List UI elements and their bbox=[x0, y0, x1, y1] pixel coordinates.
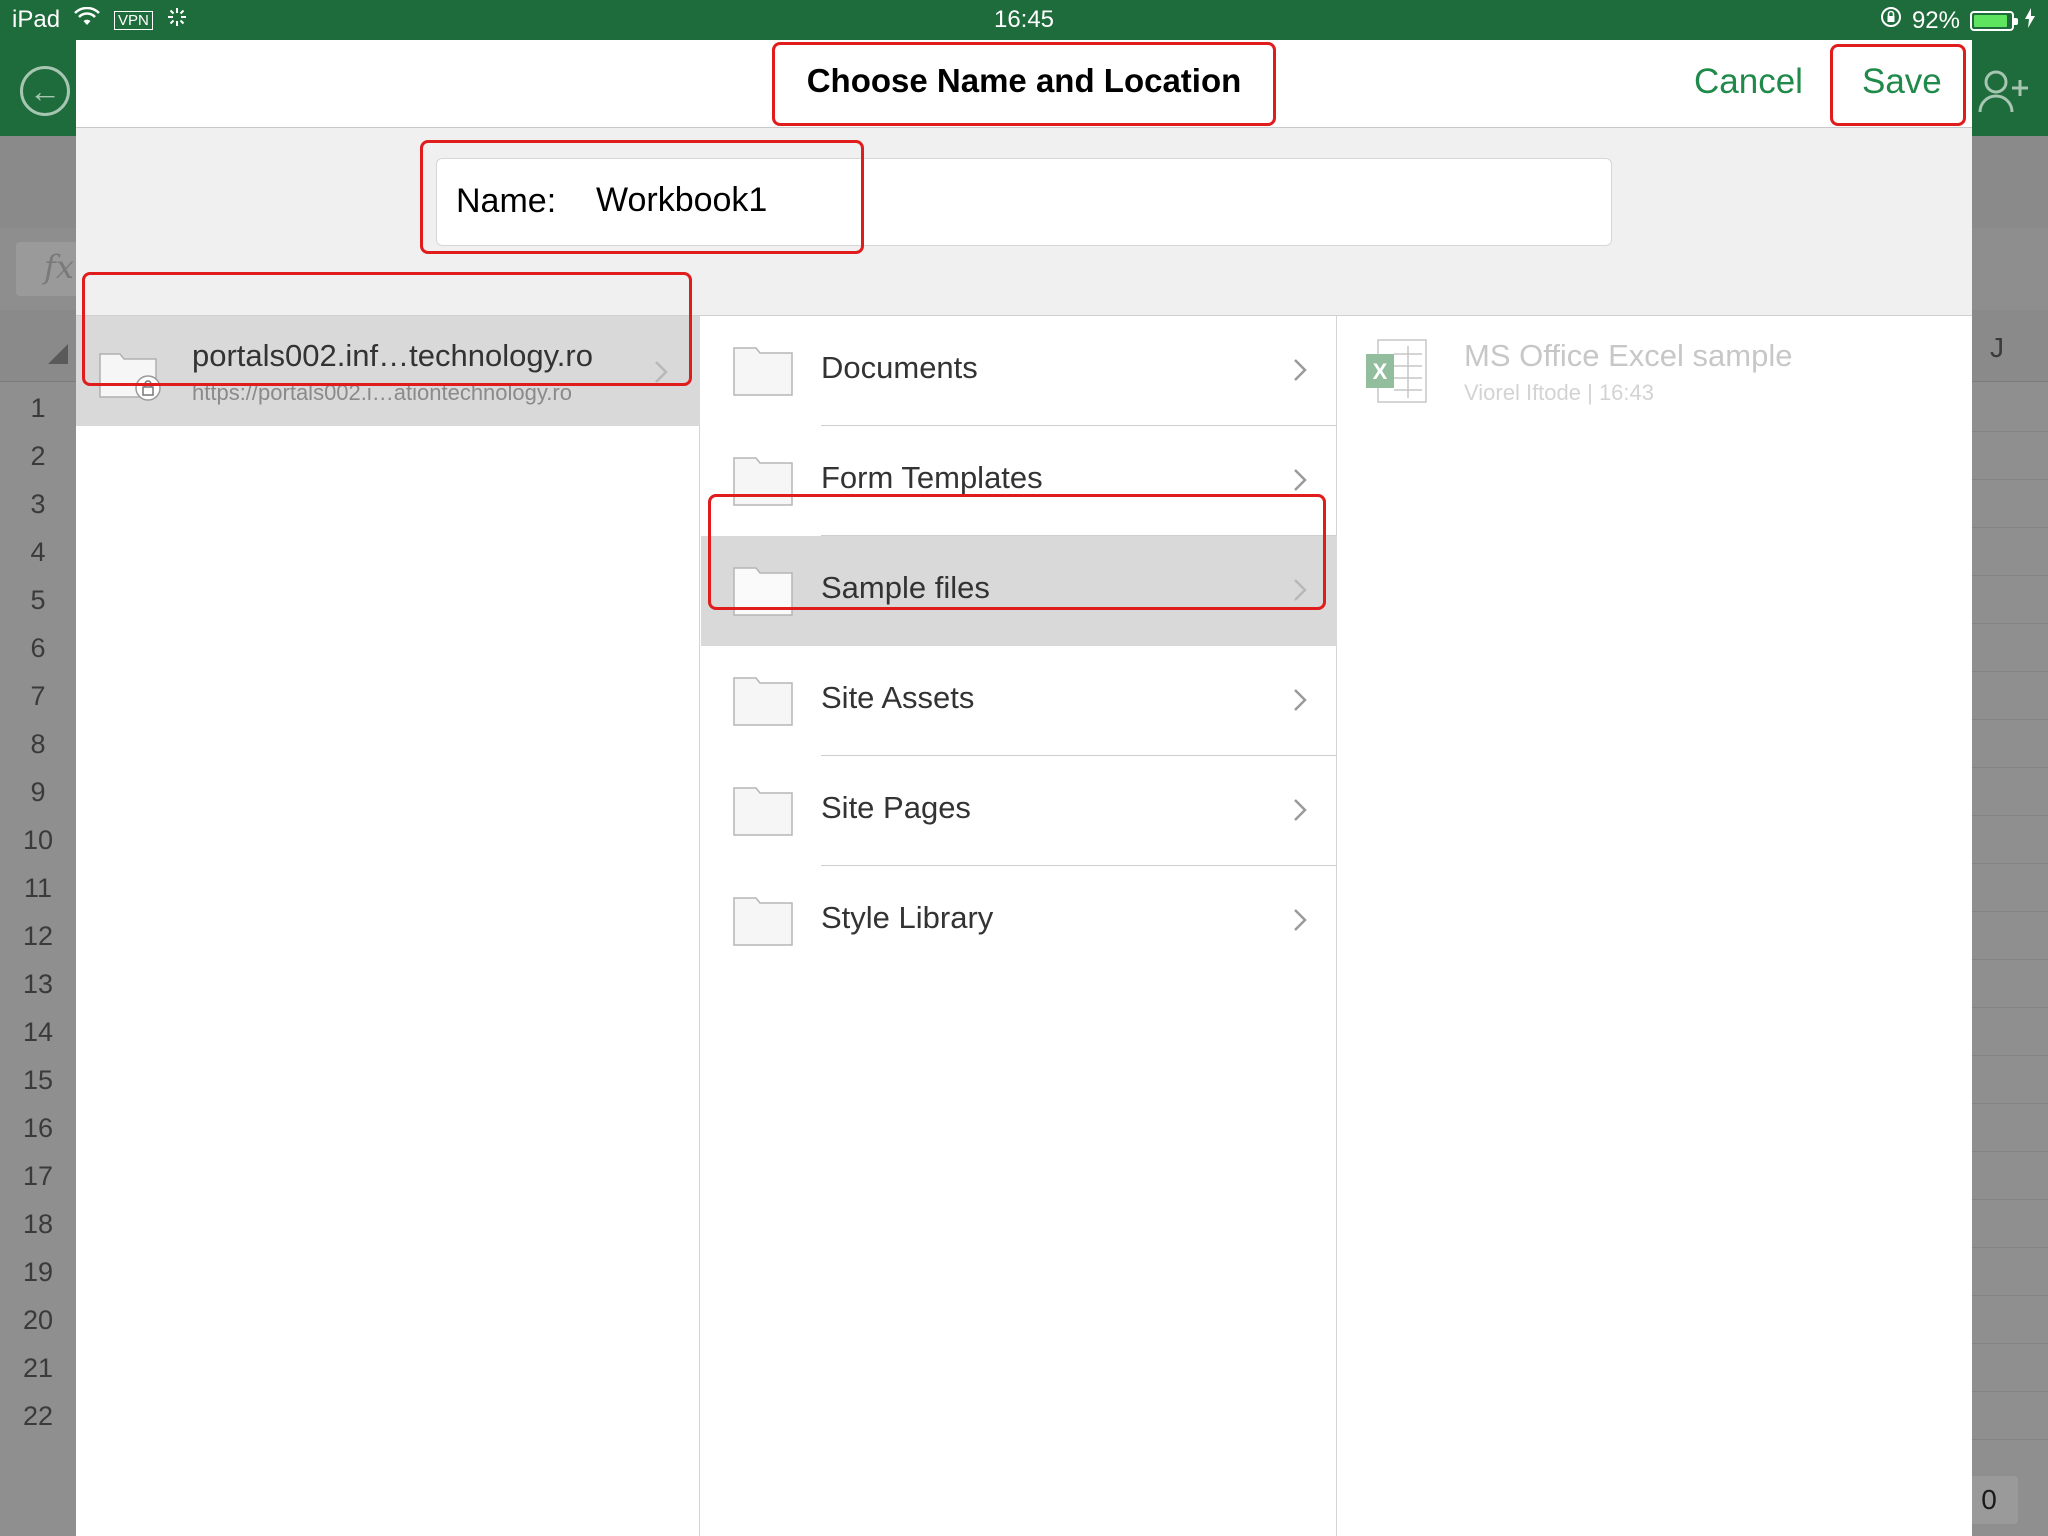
folder-label: Style Library bbox=[821, 900, 994, 935]
site-url: https://portals002.i…ationtechnology.ro bbox=[192, 380, 572, 405]
folder-label: Sample files bbox=[821, 570, 990, 605]
sharepoint-site-item[interactable]: portals002.inf…technology.ro https://por… bbox=[76, 316, 700, 426]
rotation-lock-icon bbox=[1880, 6, 1902, 35]
row-number[interactable]: 14 bbox=[0, 1008, 76, 1056]
folder-row-site-assets[interactable]: Site Assets bbox=[701, 646, 1337, 756]
add-person-icon[interactable] bbox=[1976, 66, 2032, 116]
folder-row-form-templates[interactable]: Form Templates bbox=[701, 426, 1337, 536]
select-all-corner-icon[interactable] bbox=[48, 344, 68, 364]
folder-label: Site Pages bbox=[821, 790, 971, 825]
folder-icon bbox=[733, 562, 793, 616]
battery-icon bbox=[1970, 10, 2018, 31]
dialog-header: Choose Name and Location Cancel Save bbox=[76, 40, 1972, 128]
folder-icon bbox=[733, 782, 793, 836]
folder-row-site-pages[interactable]: Site Pages bbox=[701, 756, 1337, 866]
folder-icon bbox=[733, 672, 793, 726]
chevron-right-icon bbox=[1293, 468, 1307, 492]
status-time: 16:45 bbox=[993, 6, 1055, 33]
row-number[interactable]: 1 bbox=[0, 384, 76, 432]
row-number[interactable]: 7 bbox=[0, 672, 76, 720]
status-bar: iPad VPN 16:45 92% bbox=[0, 0, 2048, 40]
dialog-title: Choose Name and Location bbox=[806, 62, 1242, 99]
row-number[interactable]: 19 bbox=[0, 1248, 76, 1296]
row-number[interactable]: 20 bbox=[0, 1296, 76, 1344]
row-number[interactable]: 3 bbox=[0, 480, 76, 528]
row-number[interactable]: 16 bbox=[0, 1104, 76, 1152]
folder-row-sample-files[interactable]: Sample files bbox=[701, 536, 1337, 646]
file-column: X MS Office Excel sample Viorel Iftode |… bbox=[1338, 316, 1972, 1536]
file-meta: Viorel Iftode | 16:43 bbox=[1464, 380, 1654, 405]
chevron-right-icon bbox=[1293, 358, 1307, 382]
save-button[interactable]: Save bbox=[1862, 62, 1942, 102]
cancel-button[interactable]: Cancel bbox=[1694, 62, 1803, 102]
folder-label: Documents bbox=[821, 350, 978, 385]
name-input[interactable] bbox=[588, 170, 1588, 230]
column-header-j[interactable]: J bbox=[1990, 332, 2004, 364]
row-number[interactable]: 21 bbox=[0, 1344, 76, 1392]
folder-label: Site Assets bbox=[821, 680, 975, 715]
row-number[interactable]: 2 bbox=[0, 432, 76, 480]
row-number[interactable]: 10 bbox=[0, 816, 76, 864]
locked-folder-icon bbox=[98, 344, 161, 401]
folder-icon bbox=[733, 452, 793, 506]
name-label: Name: bbox=[456, 182, 557, 220]
row-number[interactable]: 11 bbox=[0, 864, 76, 912]
folder-row-style-library[interactable]: Style Library bbox=[701, 866, 1337, 976]
row-number[interactable]: 18 bbox=[0, 1200, 76, 1248]
site-title: portals002.inf…technology.ro bbox=[192, 338, 593, 373]
row-number[interactable]: 6 bbox=[0, 624, 76, 672]
charging-bolt-icon bbox=[2024, 7, 2036, 35]
chevron-right-icon bbox=[1293, 578, 1307, 602]
excel-file-icon: X bbox=[1364, 336, 1430, 411]
file-title: MS Office Excel sample bbox=[1464, 338, 1793, 373]
save-dialog: Choose Name and Location Cancel Save Nam… bbox=[76, 40, 1972, 1536]
folder-column: Documents Form Templates Sample files Si… bbox=[701, 316, 1337, 1536]
row-number[interactable]: 17 bbox=[0, 1152, 76, 1200]
folder-row-documents[interactable]: Documents bbox=[701, 316, 1337, 426]
folder-icon bbox=[733, 892, 793, 946]
chevron-right-icon bbox=[654, 360, 668, 384]
row-number[interactable]: 12 bbox=[0, 912, 76, 960]
row-number[interactable]: 4 bbox=[0, 528, 76, 576]
chevron-right-icon bbox=[1293, 908, 1307, 932]
row-number[interactable]: 22 bbox=[0, 1392, 76, 1440]
chevron-right-icon bbox=[1293, 798, 1307, 822]
row-number[interactable]: 13 bbox=[0, 960, 76, 1008]
row-number[interactable]: 8 bbox=[0, 720, 76, 768]
location-column: portals002.inf…technology.ro https://por… bbox=[76, 316, 700, 1536]
battery-percent: 92% bbox=[1911, 6, 1960, 34]
file-item: X MS Office Excel sample Viorel Iftode |… bbox=[1338, 316, 1972, 426]
row-number[interactable]: 5 bbox=[0, 576, 76, 624]
svg-text:X: X bbox=[1373, 359, 1388, 384]
folder-label: Form Templates bbox=[821, 460, 1043, 495]
row-number[interactable]: 15 bbox=[0, 1056, 76, 1104]
row-number[interactable]: 9 bbox=[0, 768, 76, 816]
folder-icon bbox=[733, 342, 793, 396]
chevron-right-icon bbox=[1293, 688, 1307, 712]
back-arrow-icon[interactable]: ← bbox=[20, 66, 70, 116]
